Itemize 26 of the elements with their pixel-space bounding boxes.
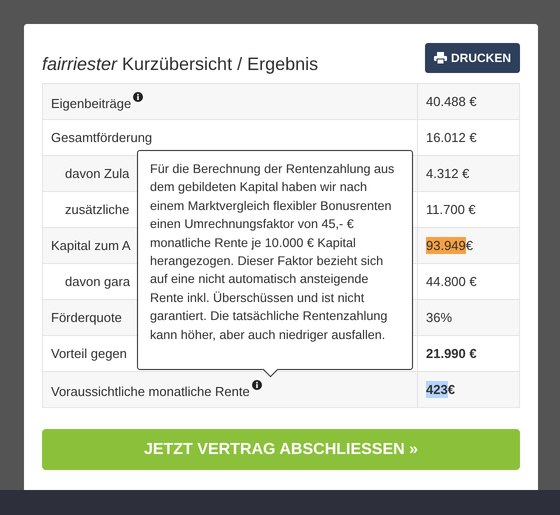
info-icon[interactable]	[133, 92, 144, 102]
highlighted-amount: 93.949	[426, 237, 466, 254]
amount: 11.700 €	[426, 202, 476, 217]
info-icon[interactable]	[252, 380, 262, 390]
amount: €	[448, 382, 455, 397]
row-label: Eigenbeiträge	[51, 96, 132, 111]
amount: 16.012 €	[426, 130, 477, 145]
print-button[interactable]: DRUCKEN	[425, 43, 520, 73]
amount: 44.800 €	[426, 274, 477, 289]
row-label: Vorteil gegen	[51, 346, 127, 361]
printer-icon	[434, 52, 447, 64]
row-label: Förderquote	[51, 310, 122, 325]
amount: 21.990 €	[426, 346, 477, 361]
row-label: zusätzliche	[65, 202, 130, 217]
highlighted-amount: 423	[426, 381, 448, 398]
amount: 4.312 €	[426, 166, 470, 181]
amount: 36%	[426, 310, 452, 325]
row-label: Gesamtförderung	[51, 130, 152, 145]
amount: 40.488 €	[426, 94, 477, 109]
page-title: fairriester Kurzübersicht / Ergebnis	[42, 54, 318, 75]
row-label: Kapital zum A	[51, 238, 130, 253]
tooltip-text: Für die Berechnung der Rentenzahlung aus dem gebildeten Kapital haben wir nach einem Marktvergleich flexibler Bonusrenten einen Umrechnungsfaktor von 45,- € monatliche Rente je 10.000 € Kapital herangezogen. Dieser Faktor bezieht sich auf eine nicht automatisch ansteigende Rente inkl. Überschüssen und ist nicht garantiert. Die tatsächliche Rentenzahlung kann höher, aber auch niedriger ausfallen.	[150, 161, 396, 344]
row-label: Voraussichtliche monatliche Rente	[51, 384, 250, 399]
amount: €	[466, 238, 473, 253]
row-label: davon Zula	[65, 166, 130, 181]
row-label: davon gara	[65, 274, 130, 289]
